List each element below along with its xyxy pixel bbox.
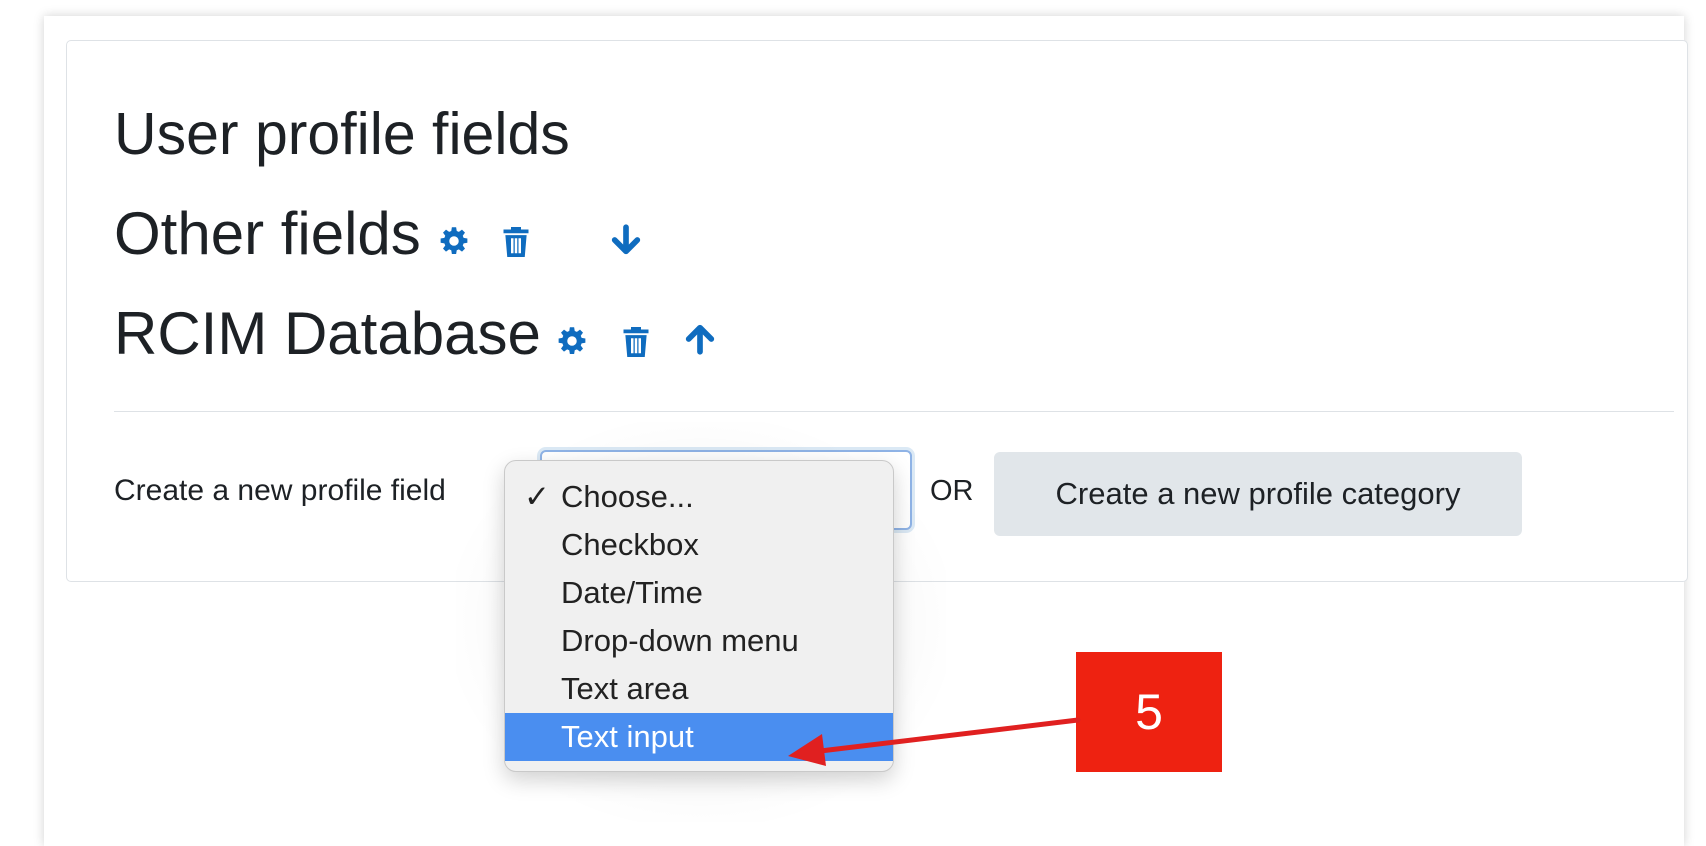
annotation-arrow	[788, 717, 1081, 766]
